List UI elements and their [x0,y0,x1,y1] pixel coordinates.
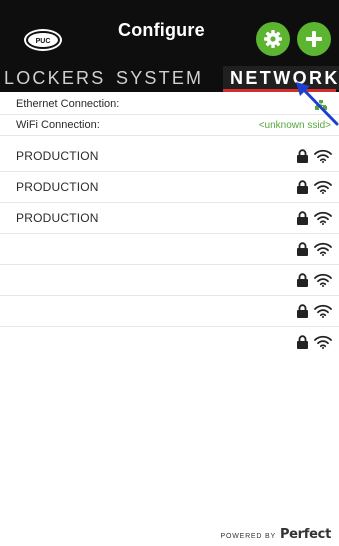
lock-icon [297,335,308,349]
powered-by-text: POWERED BY [220,533,276,540]
network-name: PRODUCTION [16,211,99,225]
puc-logo: PUC [24,29,62,51]
network-row[interactable]: PRODUCTION [0,203,339,234]
logo-text: PUC [36,38,51,45]
page-title: Configure [118,20,205,40]
lock-icon [297,180,308,194]
wifi-icon [314,180,332,194]
gear-icon [264,30,282,48]
network-row[interactable] [0,234,339,265]
network-row[interactable] [0,265,339,296]
lock-icon [297,149,308,163]
network-row[interactable]: PRODUCTION [0,172,339,203]
wifi-icon [314,242,332,256]
wifi-connection-row: WiFi Connection: <unknown ssid> [0,115,339,136]
network-name: PRODUCTION [16,180,99,194]
annotation-arrow-icon [296,82,339,126]
add-button[interactable] [297,22,331,56]
lock-icon [297,211,308,225]
wifi-icon [314,149,332,163]
network-row[interactable]: PRODUCTION [0,141,339,172]
tab-lockers[interactable]: LOCKERS [4,66,105,90]
settings-button[interactable] [256,22,290,56]
ethernet-connection-row: Ethernet Connection: [0,94,339,115]
network-row[interactable] [0,296,339,327]
powered-by-footer: POWERED BY Perfect [220,527,331,543]
tab-system[interactable]: SYSTEM [116,66,203,90]
wifi-icon [314,211,332,225]
wifi-icon [314,304,332,318]
lock-icon [297,304,308,318]
wifi-connection-label: WiFi Connection: [16,119,100,131]
lock-icon [297,242,308,256]
wifi-icon [314,335,332,349]
ethernet-connection-label: Ethernet Connection: [16,98,120,110]
wifi-icon [314,273,332,287]
network-name: PRODUCTION [16,149,99,163]
app-header: PUC Configure LOCKERS SYSTEM NETWORK [0,0,339,92]
brand-logo: Perfect [279,527,331,542]
network-row[interactable] [0,327,339,358]
lock-icon [297,273,308,287]
configure-screen: PUC Configure LOCKERS SYSTEM NETWORK Eth… [0,0,339,546]
plus-icon [306,31,322,47]
